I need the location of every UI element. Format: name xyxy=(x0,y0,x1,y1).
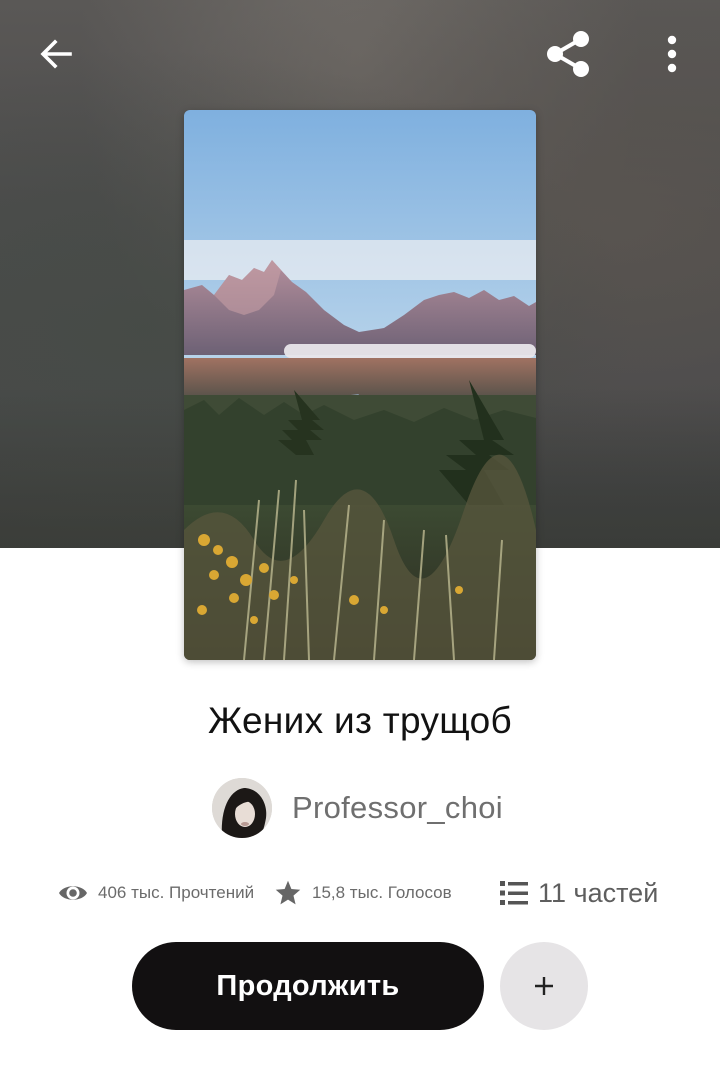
star-icon xyxy=(275,880,301,905)
reads-stat: 406 тыс. Прочтений xyxy=(58,872,254,914)
share-button[interactable] xyxy=(538,26,598,82)
author-avatar[interactable] xyxy=(212,778,272,838)
story-details-screen: Жених из трущоб Professor_choi 406 тыс. … xyxy=(0,0,720,1072)
eye-icon xyxy=(59,886,87,900)
reads-count: 406 тыс. Прочтений xyxy=(98,883,255,902)
share-icon xyxy=(547,31,589,77)
back-button[interactable] xyxy=(28,30,84,78)
plus-icon xyxy=(535,977,553,995)
parts-count[interactable]: 11 частей xyxy=(538,878,658,909)
more-options-button[interactable] xyxy=(650,30,694,78)
story-stats: 406 тыс. Прочтений 15,8 тыс. Голосов 11 … xyxy=(0,872,720,914)
story-cover-image[interactable] xyxy=(184,110,536,660)
story-title: Жених из трущоб xyxy=(208,700,512,741)
author-name[interactable]: Professor_choi xyxy=(292,790,503,826)
author-link[interactable]: Professor_choi xyxy=(212,778,503,838)
continue-reading-button[interactable]: Продолжить xyxy=(132,942,484,1030)
more-vertical-icon xyxy=(667,35,677,73)
arrow-left-icon xyxy=(40,39,72,69)
votes-count: 15,8 тыс. Голосов xyxy=(312,883,452,902)
avatar-image xyxy=(212,778,272,838)
parts-stat[interactable]: 11 частей xyxy=(500,872,658,914)
mountain-landscape-cover xyxy=(184,110,536,660)
votes-stat: 15,8 тыс. Голосов xyxy=(274,872,452,914)
list-icon xyxy=(500,881,528,905)
add-to-library-button[interactable] xyxy=(500,942,588,1030)
